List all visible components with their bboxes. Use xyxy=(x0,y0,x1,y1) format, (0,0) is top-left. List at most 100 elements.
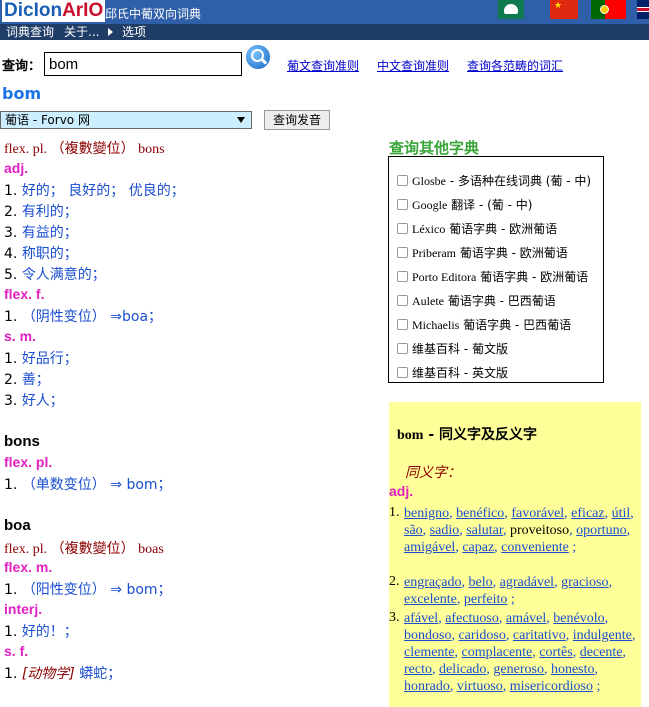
dict-option[interactable]: 维基百科 - 葡文版 xyxy=(397,340,508,357)
dict-option[interactable]: Léxico 葡语字典 - 欧洲葡语 xyxy=(397,220,557,237)
dict-desc: 葡语字典 - 欧洲葡语 xyxy=(456,246,568,260)
synonym-link[interactable]: útil xyxy=(612,506,631,521)
sense-number: 1. xyxy=(4,351,22,367)
synonym-link[interactable]: afável xyxy=(404,611,438,626)
pos-flex-pl: flex. pl. xyxy=(4,454,53,470)
sense-item: 3. 好人； xyxy=(4,390,64,410)
dict-option[interactable]: Google 翻译 - (葡 - 中) xyxy=(397,196,532,213)
synonym-link[interactable]: cortês xyxy=(539,645,572,660)
checkbox[interactable] xyxy=(397,247,408,258)
menu-dictionary-lookup[interactable]: 词典查询 xyxy=(6,24,54,40)
select-value: 葡语 - Forvo 网 xyxy=(5,113,90,127)
dict-option[interactable]: Glosbe - 多语种在线词典 (葡 - 中) xyxy=(397,172,591,189)
sense-text: 好人； xyxy=(21,393,64,409)
macau-flag-icon[interactable] xyxy=(498,0,524,19)
sense-item: 4. 称职的； xyxy=(4,243,78,263)
pt-query-rules-link[interactable]: 葡文查询准则 xyxy=(287,57,359,74)
synonym-link[interactable]: honrado xyxy=(404,679,450,694)
sense-text[interactable]: （阴性变位） ⇒boa； xyxy=(22,309,162,325)
synonym-group-number: 2. xyxy=(389,574,400,589)
checkbox[interactable] xyxy=(397,295,408,306)
sense-text[interactable]: （单数变位） ⇒ bom； xyxy=(22,477,172,493)
sense-number: 1. xyxy=(4,477,22,493)
dict-name: Léxico xyxy=(412,222,446,236)
synonym-link[interactable]: salutar xyxy=(466,523,503,538)
checkbox[interactable] xyxy=(397,343,408,354)
synonym-link[interactable]: benéfico xyxy=(456,506,504,521)
dict-name: Glosbe xyxy=(412,174,446,188)
sense-text: 令人满意的； xyxy=(21,267,106,283)
pronunciation-source-select[interactable]: 葡语 - Forvo 网 xyxy=(0,111,252,129)
synonym-link[interactable]: oportuno xyxy=(576,523,627,538)
synonym-link[interactable]: excelente xyxy=(404,592,457,607)
other-dicts-panel: Glosbe - 多语种在线词典 (葡 - 中) Google 翻译 - (葡 … xyxy=(388,156,604,383)
synonym-link[interactable]: agradável xyxy=(500,575,554,590)
synonym-link[interactable]: sadio xyxy=(430,523,460,538)
dict-desc: 葡语字典 - 欧洲葡语 xyxy=(445,222,558,236)
pos-noun-f: s. f. xyxy=(4,643,29,659)
china-flag-icon[interactable]: ★ xyxy=(550,0,578,19)
dict-option[interactable]: Porto Editora 葡语字典 - 欧洲葡语 xyxy=(397,268,588,285)
synonyms-word: bom xyxy=(397,428,424,443)
search-icon[interactable] xyxy=(246,45,270,69)
dict-name: Porto Editora xyxy=(412,270,477,284)
synonym-link[interactable]: amigável xyxy=(404,540,455,555)
synonym-link[interactable]: gracioso xyxy=(561,575,608,590)
synonym-link[interactable]: conveniente xyxy=(501,540,569,555)
synonym-link[interactable]: complacente xyxy=(462,645,533,660)
site-logo[interactable]: DicIonArIO xyxy=(2,0,106,22)
checkbox[interactable] xyxy=(397,199,408,210)
synonym-link[interactable]: belo xyxy=(469,575,493,590)
checkbox[interactable] xyxy=(397,223,408,234)
synonym-link[interactable]: amável xyxy=(506,611,546,626)
synonym-link[interactable]: favorável xyxy=(511,506,564,521)
synonym-link[interactable]: misericordioso xyxy=(510,679,593,694)
synonym-link[interactable]: indulgente xyxy=(573,628,632,643)
checkbox[interactable] xyxy=(397,319,408,330)
sense-item: 1. （单数变位） ⇒ bom； xyxy=(4,474,172,494)
synonym-link[interactable]: delicado xyxy=(439,662,486,677)
menu-about[interactable]: 关于... xyxy=(64,24,99,40)
synonym-link[interactable]: decente xyxy=(580,645,623,660)
sense-number: 1. xyxy=(4,309,22,325)
checkbox[interactable] xyxy=(397,271,408,282)
synonym-link[interactable]: engraçado xyxy=(404,575,462,590)
dict-option[interactable]: Michaelis 葡语字典 - 巴西葡语 xyxy=(397,316,571,333)
checkbox[interactable] xyxy=(397,367,408,378)
search-input[interactable] xyxy=(44,52,242,76)
synonym-link[interactable]: são xyxy=(404,523,423,538)
dict-desc: 葡语字典 - 巴西葡语 xyxy=(459,318,572,332)
synonym-link[interactable]: benévolo xyxy=(553,611,604,626)
category-vocab-link[interactable]: 查询各范畴的词汇 xyxy=(467,57,563,74)
sense-item: 1. 好品行； xyxy=(4,348,78,368)
dict-option[interactable]: Priberam 葡语字典 - 欧洲葡语 xyxy=(397,244,568,261)
synonym-link[interactable]: recto xyxy=(404,662,432,677)
dict-option[interactable]: 维基百科 - 英文版 xyxy=(397,364,508,381)
synonym-link[interactable]: caridoso xyxy=(458,628,505,643)
dict-option[interactable]: Aulete 葡语字典 - 巴西葡语 xyxy=(397,292,556,309)
logo-text-part2: ArIO xyxy=(62,0,104,21)
synonym-link[interactable]: eficaz xyxy=(571,506,604,521)
synonym-link[interactable]: caritativo xyxy=(513,628,566,643)
cn-query-rules-link[interactable]: 中文查询准则 xyxy=(377,57,449,74)
checkbox[interactable] xyxy=(397,175,408,186)
synonym-link[interactable]: virtuoso xyxy=(457,679,503,694)
dict-name: Aulete xyxy=(412,294,444,308)
uk-flag-icon[interactable] xyxy=(637,0,649,19)
synonym-link[interactable]: clemente xyxy=(404,645,455,660)
pronunciation-button[interactable]: 查询发音 xyxy=(264,110,330,130)
synonym-link[interactable]: capaz xyxy=(462,540,494,555)
sense-number: 4. xyxy=(4,246,22,262)
portugal-flag-icon[interactable] xyxy=(591,0,626,19)
synonym-link[interactable]: afectuoso xyxy=(445,611,499,626)
synonym-link[interactable]: bondoso xyxy=(404,628,451,643)
synonym-link[interactable]: honesto xyxy=(551,662,595,677)
sense-number: 1. xyxy=(4,582,22,598)
synonym-link[interactable]: perfeito xyxy=(464,592,508,607)
menu-arrow-icon xyxy=(108,28,113,36)
sense-text[interactable]: （阳性变位） ⇒ bom； xyxy=(22,582,172,598)
flex-note: （複數變位） xyxy=(50,141,135,157)
synonym-link[interactable]: generoso xyxy=(493,662,544,677)
menu-options[interactable]: 选项 xyxy=(122,24,146,40)
synonym-link[interactable]: benigno xyxy=(404,506,449,521)
